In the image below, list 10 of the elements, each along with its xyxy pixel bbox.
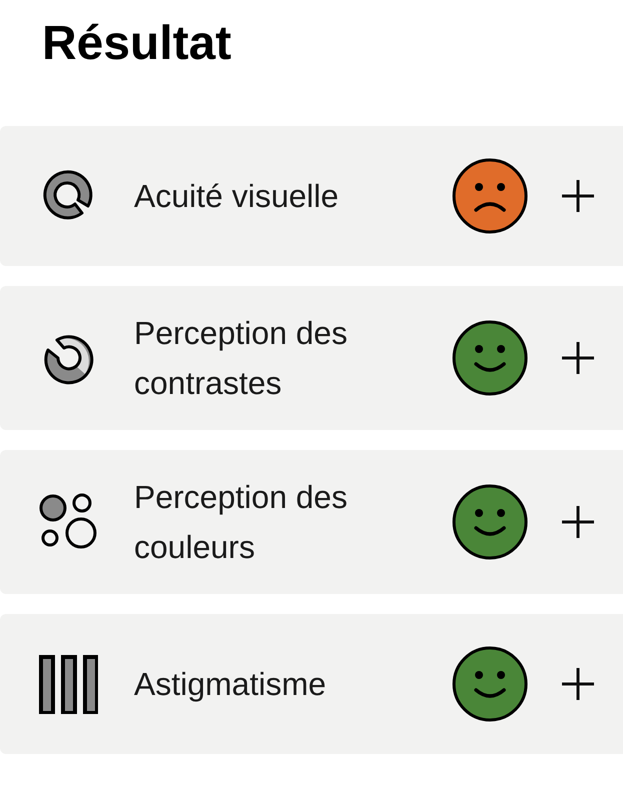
bars-icon [38,654,98,714]
plus-icon [561,179,595,213]
plus-icon [561,667,595,701]
test-label: Acuité visuelle [134,177,340,216]
plus-icon [561,341,595,375]
test-label: Astigmatisme [134,665,328,704]
plus-icon [561,505,595,539]
test-label: Perception des couleurs [134,478,348,567]
test-label: Perception des contrastes [134,314,348,403]
page-title: Résultat [42,16,232,72]
